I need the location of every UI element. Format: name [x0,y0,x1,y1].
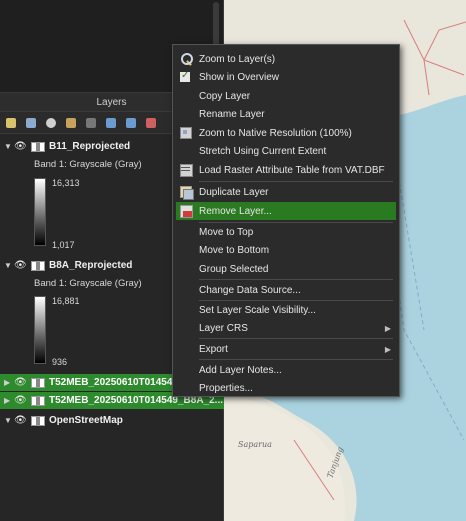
menu-blank-icon [178,282,194,298]
menu-item-label: Group Selected [199,263,269,275]
grayscale-ramp [34,178,46,246]
native-resolution-icon [178,125,194,141]
menu-item-zoom-to-layer[interactable]: Zoom to Layer(s) [173,50,399,68]
ramp-min-value: 1,017 [52,240,75,250]
menu-item-properties[interactable]: Properties... [173,379,399,397]
ramp-max-value: 16,881 [52,296,80,306]
menu-item-label: Change Data Source... [199,284,301,296]
menu-blank-icon [178,380,194,396]
expand-all-icon[interactable] [104,116,118,130]
menu-item-label: Duplicate Layer [199,186,269,198]
manage-visibility-icon[interactable] [44,116,58,130]
menu-item-label: Show in Overview [199,71,280,83]
menu-item-export[interactable]: Export ▶ [173,340,399,358]
layer-context-menu: Zoom to Layer(s) Show in Overview Copy L… [172,44,400,397]
menu-item-load-raster-attribute-table[interactable]: Load Raster Attribute Table from VAT.DBF [173,161,399,179]
menu-item-label: Load Raster Attribute Table from VAT.DBF [199,164,385,176]
raster-layer-icon [31,260,45,271]
collapse-arrow-icon[interactable]: ▼ [4,261,14,270]
expand-arrow-icon[interactable]: ▶ [4,378,14,387]
visibility-eye-icon[interactable]: 👁 [14,260,28,271]
menu-blank-icon [178,88,194,104]
menu-separator [199,359,393,360]
menu-item-label: Rename Layer [199,108,265,120]
visibility-eye-icon[interactable]: 👁 [14,415,28,426]
raster-layer-icon [31,377,45,388]
menu-blank-icon [178,261,194,277]
menu-item-label: Move to Top [199,226,254,238]
add-group-icon[interactable] [24,116,38,130]
ramp-min-value: 936 [52,357,68,367]
remove-layer-icon [178,203,194,219]
remove-layer-toolbar-icon[interactable] [144,116,158,130]
menu-item-change-data-source[interactable]: Change Data Source... [173,281,399,299]
menu-item-move-to-bottom[interactable]: Move to Bottom [173,241,399,259]
menu-item-copy-layer[interactable]: Copy Layer [173,87,399,105]
menu-item-label: Zoom to Native Resolution (100%) [199,127,352,139]
layer-name: OpenStreetMap [49,415,123,426]
collapse-all-icon[interactable] [124,116,138,130]
menu-separator [199,279,393,280]
menu-item-remove-layer[interactable]: Remove Layer... [176,202,396,220]
attribute-table-icon [178,162,194,178]
raster-layer-icon [31,141,45,152]
menu-separator [199,338,393,339]
collapse-arrow-icon[interactable]: ▼ [4,416,14,425]
menu-item-label: Zoom to Layer(s) [199,53,276,65]
layer-row[interactable]: ▼ 👁 OpenStreetMap [0,412,224,429]
expand-arrow-icon[interactable]: ▶ [4,396,14,405]
raster-layer-icon [31,395,45,406]
layer-name: B8A_Reprojected [49,260,133,271]
menu-item-label: Export [199,343,228,355]
layer-name: B11_Reprojected [49,141,131,152]
menu-item-rename-layer[interactable]: Rename Layer [173,105,399,123]
menu-item-label: Set Layer Scale Visibility... [199,304,316,316]
menu-item-label: Move to Bottom [199,244,270,256]
menu-blank-icon [178,341,194,357]
menu-blank-icon [178,143,194,159]
map-label-saparua: Saparua [238,440,272,449]
visibility-eye-icon[interactable]: 👁 [14,395,28,406]
duplicate-icon [178,184,194,200]
menu-blank-icon [178,302,194,318]
menu-separator [199,181,393,182]
visibility-eye-icon[interactable]: 👁 [14,377,28,388]
menu-item-label: Remove Layer... [199,205,272,217]
menu-item-duplicate-layer[interactable]: Duplicate Layer [173,183,399,201]
menu-item-label: Copy Layer [199,90,251,102]
filter-expression-icon[interactable] [84,116,98,130]
visibility-eye-icon[interactable]: 👁 [14,141,28,152]
menu-item-move-to-top[interactable]: Move to Top [173,223,399,241]
menu-blank-icon [178,242,194,258]
grayscale-ramp [34,296,46,364]
band-label: Band 1: Grayscale (Gray) [34,159,142,170]
menu-item-zoom-native-resolution[interactable]: Zoom to Native Resolution (100%) [173,124,399,142]
menu-item-set-scale-visibility[interactable]: Set Layer Scale Visibility... [173,301,399,319]
layer-name: T52MEB_20250610T014549 [49,377,178,388]
submenu-arrow-icon: ▶ [384,323,391,333]
menu-blank-icon [178,224,194,240]
menu-blank-icon [178,106,194,122]
menu-item-label: Properties... [199,382,253,394]
style-manager-icon[interactable] [4,116,18,130]
collapse-arrow-icon[interactable]: ▼ [4,142,14,151]
raster-layer-icon [31,415,45,426]
menu-item-group-selected[interactable]: Group Selected [173,260,399,278]
menu-item-add-layer-notes[interactable]: Add Layer Notes... [173,361,399,379]
menu-item-label: Add Layer Notes... [199,364,282,376]
menu-blank-icon [178,320,194,336]
menu-item-label: Stretch Using Current Extent [199,145,327,157]
menu-item-layer-crs[interactable]: Layer CRS ▶ [173,319,399,337]
menu-item-show-in-overview[interactable]: Show in Overview [173,68,399,86]
submenu-arrow-icon: ▶ [384,344,391,354]
filter-legend-icon[interactable] [64,116,78,130]
menu-item-label: Layer CRS [199,322,248,334]
menu-item-stretch-current-extent[interactable]: Stretch Using Current Extent [173,142,399,160]
zoom-icon [178,51,194,67]
ramp-max-value: 16,313 [52,178,80,188]
overview-check-icon [178,69,194,85]
band-label: Band 1: Grayscale (Gray) [34,278,142,289]
menu-blank-icon [178,362,194,378]
